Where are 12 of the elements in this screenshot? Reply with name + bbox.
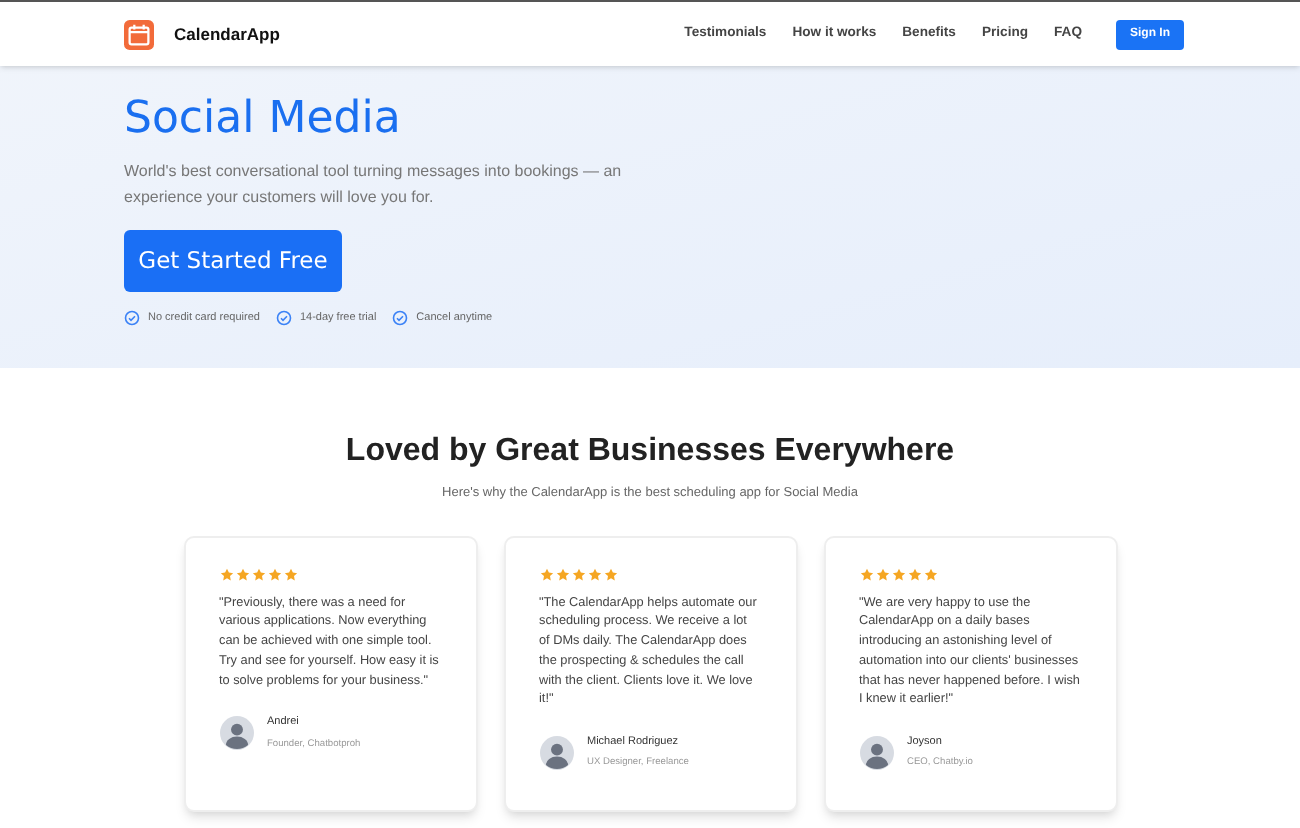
calendar-logo-icon — [124, 19, 154, 49]
avatar-icon — [539, 735, 573, 770]
hero-description: World's best conversational tool turning messages into bookings — an experience your customers will love you for. — [124, 160, 624, 210]
brand-name: CalendarApp — [174, 21, 280, 47]
check-circle-icon — [275, 310, 292, 327]
avatar-icon — [219, 715, 253, 750]
section-title: Loved by Great Businesses Everywhere — [343, 432, 957, 472]
hero-title: Social Media — [124, 92, 403, 148]
check-circle-icon — [392, 310, 409, 327]
avatar-icon — [859, 735, 893, 770]
get-started-button[interactable]: Get Started Free — [124, 230, 342, 292]
check-circle-icon — [124, 310, 140, 327]
